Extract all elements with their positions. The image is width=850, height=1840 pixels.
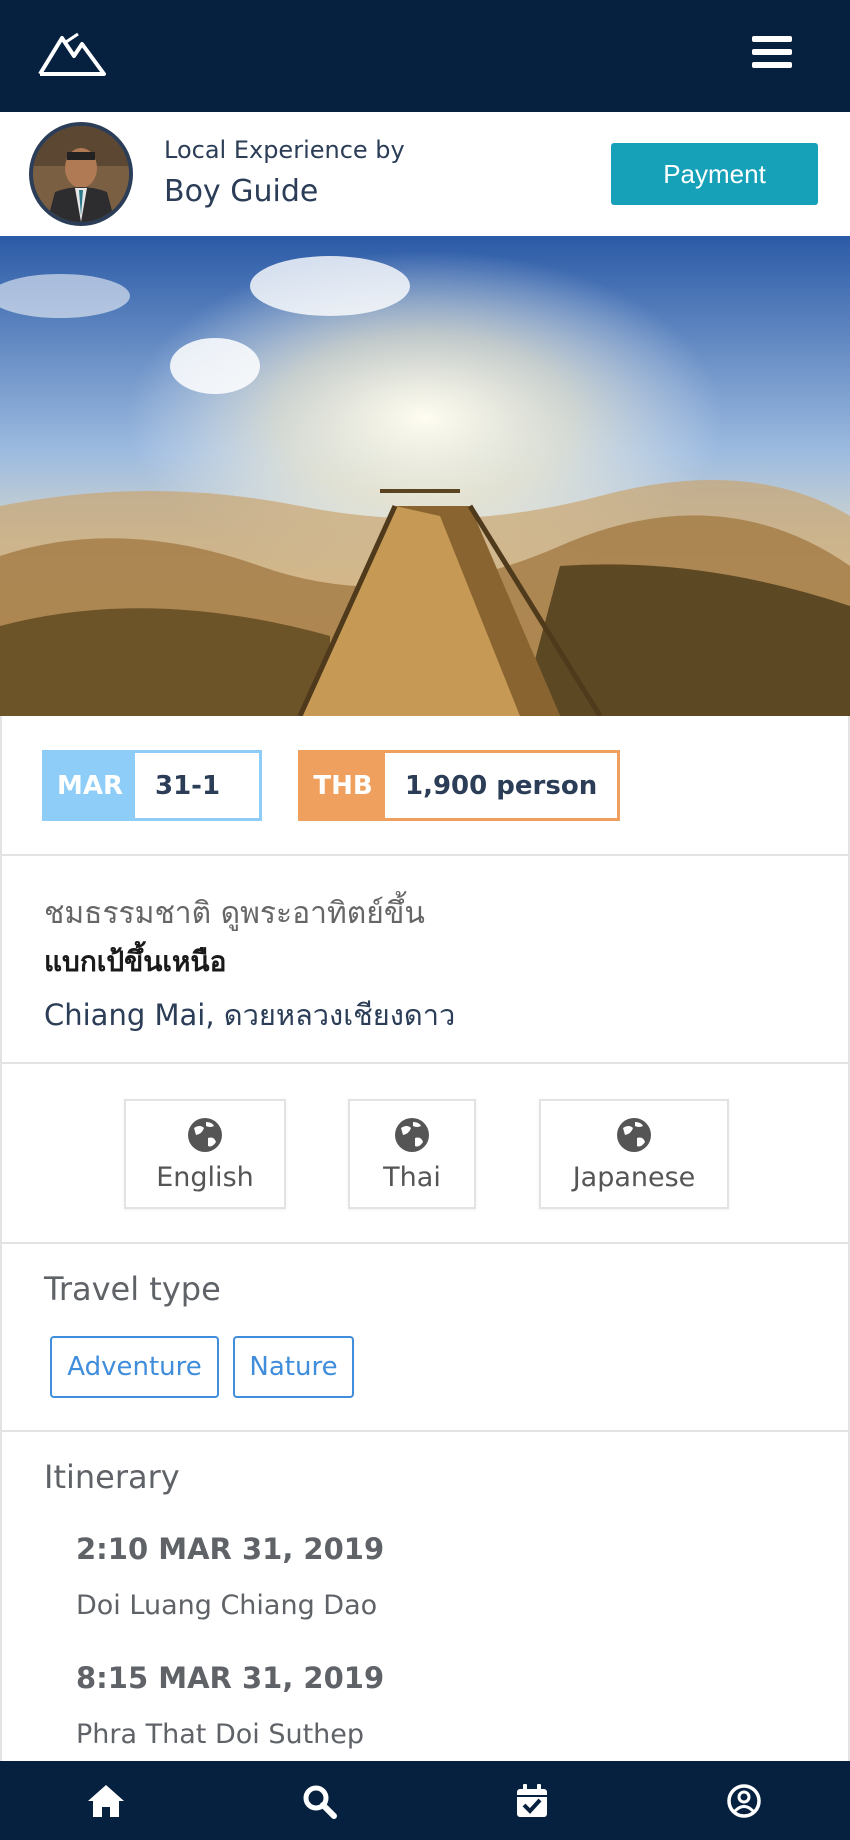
globe-icon: [395, 1117, 429, 1152]
bottom-nav: [0, 1761, 850, 1840]
language-thai[interactable]: Thai: [348, 1099, 476, 1209]
travel-type-heading: Travel type: [44, 1270, 221, 1308]
trip-title-section: ชมธรรมชาติ ดูพระอาทิตย์ขึ้น แบกเป้ขึ้นเห…: [0, 856, 850, 1064]
price-chip-key: THB: [301, 753, 385, 818]
trip-location[interactable]: Chiang Mai, ดวยหลวงเชียงดาว: [44, 992, 455, 1038]
user-circle-icon[interactable]: [720, 1777, 768, 1825]
host-bar: Local Experience by Boy Guide Payment: [0, 112, 850, 236]
trip-title: ชมธรรมชาติ ดูพระอาทิตย์ขึ้น: [44, 896, 425, 931]
itinerary-heading: Itinerary: [44, 1458, 180, 1496]
language-japanese[interactable]: Japanese: [539, 1099, 729, 1209]
globe-icon: [188, 1117, 222, 1152]
calendar-check-icon[interactable]: [508, 1777, 556, 1825]
date-chip-key: MAR: [45, 753, 135, 818]
date-chip-value: 31-1: [135, 753, 259, 818]
hamburger-menu-icon[interactable]: [752, 36, 792, 74]
host-subtitle: Local Experience by: [164, 136, 405, 164]
itinerary-section: Itinerary 2:10 MAR 31, 2019 Doi Luang Ch…: [0, 1432, 850, 1761]
language-label: Thai: [383, 1161, 441, 1193]
tag-nature[interactable]: Nature: [233, 1336, 354, 1398]
price-chip: THB 1,900 person: [298, 750, 620, 821]
itinerary-place: Doi Luang Chiang Dao: [76, 1590, 378, 1621]
language-label: Japanese: [572, 1161, 696, 1193]
info-chips-section: MAR 31-1 THB 1,900 person: [0, 716, 850, 856]
travel-type-section: Travel type Adventure Nature: [0, 1244, 850, 1432]
search-icon[interactable]: [295, 1777, 343, 1825]
top-bar: [0, 0, 850, 112]
language-english[interactable]: English: [124, 1099, 286, 1209]
date-chip: MAR 31-1: [42, 750, 262, 821]
avatar[interactable]: [29, 122, 133, 226]
home-icon[interactable]: [82, 1777, 130, 1825]
hero-image: [0, 236, 850, 716]
tag-adventure[interactable]: Adventure: [50, 1336, 219, 1398]
payment-button[interactable]: Payment: [611, 143, 818, 205]
itinerary-time: 8:15 MAR 31, 2019: [76, 1661, 385, 1695]
globe-icon: [617, 1117, 651, 1152]
host-name: Boy Guide: [164, 174, 319, 209]
itinerary-place: Phra That Doi Suthep: [76, 1719, 365, 1750]
languages-section: English Thai Japanese: [0, 1064, 850, 1244]
price-chip-value: 1,900 person: [385, 753, 617, 818]
trip-subtitle: แบกเป้ขึ้นเหนือ: [44, 945, 227, 978]
language-label: English: [156, 1161, 254, 1193]
mountain-logo-icon[interactable]: [38, 30, 106, 78]
itinerary-time: 2:10 MAR 31, 2019: [76, 1532, 385, 1566]
